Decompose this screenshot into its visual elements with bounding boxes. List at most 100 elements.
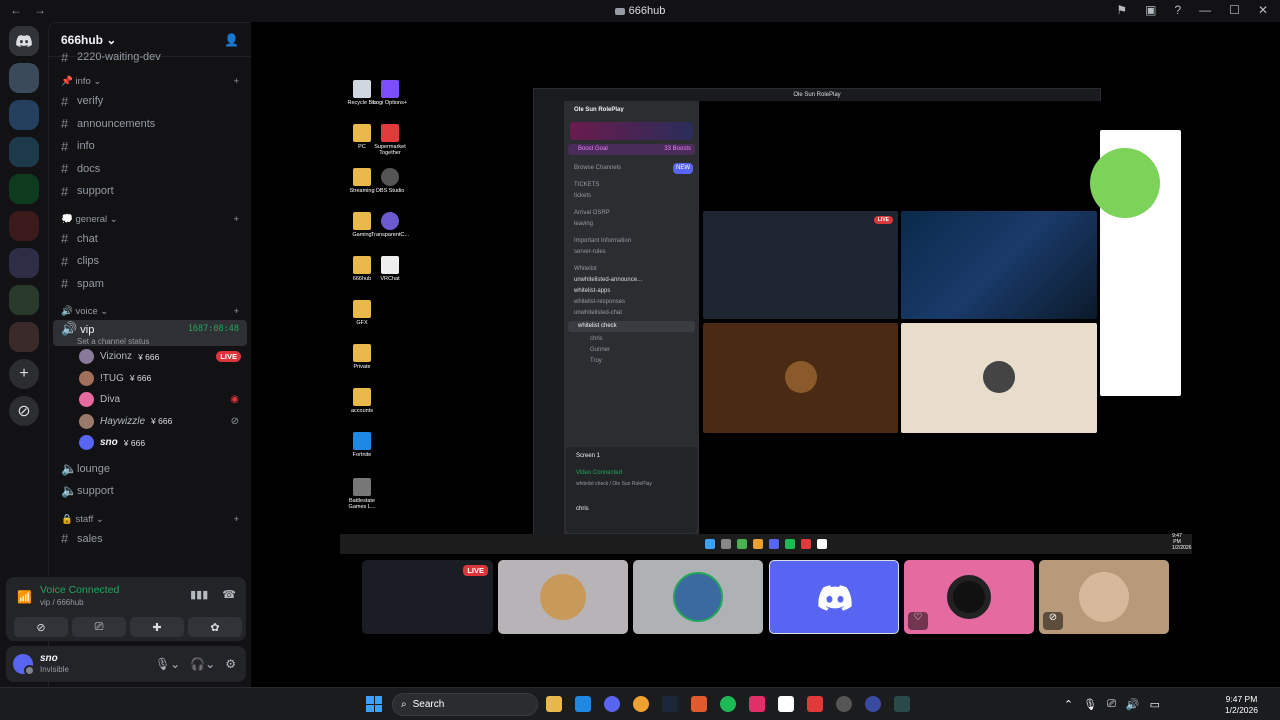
server-icon[interactable] bbox=[9, 100, 39, 130]
spotify-icon[interactable] bbox=[720, 696, 736, 712]
close-icon[interactable]: ✕ bbox=[1258, 3, 1268, 17]
voice-member[interactable]: Vizionz ¥ 666 LIVE bbox=[53, 346, 247, 368]
participant-tile[interactable]: ♡ bbox=[904, 560, 1034, 634]
category-info[interactable]: 📌 info ⌄ + bbox=[53, 65, 247, 90]
discover-icon[interactable]: ⊘ bbox=[9, 396, 39, 426]
add-member-icon[interactable]: 👤 bbox=[224, 33, 239, 47]
channel-spam[interactable]: # spam bbox=[53, 273, 247, 296]
windows-start-icon[interactable] bbox=[366, 696, 382, 712]
category-staff[interactable]: 🔒 staff ⌄ + bbox=[53, 503, 247, 528]
tiktok-icon[interactable] bbox=[749, 696, 765, 712]
avatar[interactable] bbox=[13, 654, 35, 676]
deafened-icon: ◉ bbox=[230, 394, 239, 406]
server-icon[interactable] bbox=[9, 174, 39, 204]
channel-chat[interactable]: # chat bbox=[53, 228, 247, 251]
add-channel-icon[interactable]: + bbox=[233, 76, 239, 87]
soundboard-button[interactable]: ✿ bbox=[188, 617, 242, 637]
add-server-icon[interactable]: + bbox=[9, 359, 39, 389]
add-channel-icon[interactable]: + bbox=[233, 306, 239, 317]
inner-stream-tile bbox=[703, 323, 898, 433]
discord-app-icon[interactable] bbox=[604, 696, 620, 712]
voice-status-sub[interactable]: vip / 666hub bbox=[40, 598, 84, 607]
inner-channel-list: Ole Sun RolePlay Boost Goal 33 Boosts Bro… bbox=[564, 101, 699, 535]
tray-chevron-icon[interactable]: ⌃ bbox=[1064, 698, 1073, 711]
participant-tile[interactable]: LIVE bbox=[362, 560, 493, 634]
network-icon[interactable]: ⎚ bbox=[1107, 698, 1116, 711]
camera-off-icon: ⊘ bbox=[36, 621, 46, 634]
activities-button[interactable]: ✚ bbox=[130, 617, 184, 637]
channel-clips[interactable]: # clips bbox=[53, 250, 247, 273]
voice-channel-vip[interactable]: 🔊 vip 1687:08:48 Set a channel status bbox=[53, 320, 247, 346]
voice-member[interactable]: sno ¥ 666 bbox=[53, 432, 247, 454]
server-folder-icon[interactable] bbox=[9, 248, 39, 278]
share-screen-button[interactable]: ⎚ bbox=[72, 617, 126, 637]
channel-status[interactable]: Set a channel status bbox=[61, 337, 239, 346]
steam-icon[interactable] bbox=[662, 696, 678, 712]
minimize-icon[interactable]: — bbox=[1199, 3, 1211, 17]
activities-icon: ✚ bbox=[152, 621, 162, 634]
channel-sales[interactable]: # sales bbox=[53, 528, 247, 551]
channel-item[interactable]: #2220-waiting-dev bbox=[53, 49, 247, 65]
streamed-taskbar: 9:47 PM 1/2/2026 bbox=[340, 533, 1192, 554]
title-bar: ← → 666hub ⚑ ▣ ? — ☐ ✕ bbox=[0, 0, 1280, 22]
disconnect-icon[interactable]: ☎ bbox=[222, 588, 236, 601]
maximize-icon[interactable]: ☐ bbox=[1229, 3, 1240, 17]
settings-gear-icon[interactable]: ⚙ bbox=[225, 657, 236, 671]
add-channel-icon[interactable]: + bbox=[233, 514, 239, 525]
channel-support[interactable]: # support bbox=[53, 180, 247, 203]
taskbar-search[interactable]: ⌕ Search bbox=[392, 693, 538, 716]
app-icon[interactable] bbox=[633, 696, 649, 712]
battery-icon[interactable]: ▭ bbox=[1150, 698, 1160, 711]
deafened-icon: ♡ bbox=[908, 612, 928, 630]
flag-icon[interactable]: ⚑ bbox=[1116, 3, 1127, 17]
app-icon[interactable] bbox=[865, 696, 881, 712]
channel-info[interactable]: # info bbox=[53, 135, 247, 158]
volume-icon[interactable]: 🔊 bbox=[1126, 698, 1140, 711]
participant-tile[interactable] bbox=[498, 560, 628, 634]
windows-taskbar: ⌕ Search ⌃ 🎙 ⎚ 🔊 ▭ 9:47 PM 1/2/2026 bbox=[0, 687, 1280, 720]
channel-verify[interactable]: # verify bbox=[53, 90, 247, 113]
taskbar-clock[interactable]: 9:47 PM 1/2/2026 bbox=[1225, 694, 1258, 716]
participant-tile[interactable]: ⊘ bbox=[1039, 560, 1169, 634]
channel-docs[interactable]: # docs bbox=[53, 158, 247, 181]
category-general[interactable]: 💭 general ⌄ + bbox=[53, 203, 247, 228]
discord-home-icon[interactable] bbox=[9, 26, 39, 56]
app-icon[interactable] bbox=[691, 696, 707, 712]
voice-member[interactable]: Haywizzle ¥ 666 ⊘ bbox=[53, 411, 247, 433]
microphone-icon[interactable]: 🎙⌄ bbox=[155, 657, 180, 671]
avatar bbox=[673, 572, 723, 622]
help-icon[interactable]: ? bbox=[1174, 3, 1181, 17]
channel-announcements[interactable]: # announcements bbox=[53, 113, 247, 136]
app-icon[interactable] bbox=[836, 696, 852, 712]
voice-channel-lounge[interactable]: 🔈 lounge bbox=[53, 458, 247, 481]
mic-muted-icon: ⊘ bbox=[1043, 612, 1063, 630]
voice-status-title[interactable]: Voice Connected bbox=[40, 584, 119, 596]
server-folder-icon[interactable] bbox=[9, 285, 39, 315]
category-voice[interactable]: 🔊 voice ⌄ + bbox=[53, 295, 247, 320]
inner-stream-tile: LIVE bbox=[703, 211, 898, 319]
soundboard-icon: ✿ bbox=[210, 621, 220, 634]
participant-tile[interactable] bbox=[769, 560, 899, 634]
file-explorer-icon[interactable] bbox=[546, 696, 562, 712]
app-icon[interactable] bbox=[894, 696, 910, 712]
noise-suppression-icon[interactable]: ▮▮▮ bbox=[190, 588, 208, 601]
edge-icon[interactable] bbox=[575, 696, 591, 712]
headphones-icon[interactable]: 🎧⌄ bbox=[190, 657, 215, 671]
app-icon[interactable] bbox=[807, 696, 823, 712]
app-icon[interactable] bbox=[778, 696, 794, 712]
voice-member[interactable]: Diva ◉ bbox=[53, 389, 247, 411]
add-channel-icon[interactable]: + bbox=[233, 214, 239, 225]
microphone-icon[interactable]: 🎙 bbox=[1083, 698, 1097, 711]
server-icon[interactable] bbox=[9, 211, 39, 241]
server-folder-icon[interactable] bbox=[9, 322, 39, 352]
speaker-icon: 🔈 bbox=[61, 460, 78, 476]
server-icon[interactable] bbox=[9, 137, 39, 167]
inbox-icon[interactable]: ▣ bbox=[1145, 3, 1156, 17]
server-icon bbox=[614, 7, 625, 15]
voice-member[interactable]: !TUG ¥ 666 bbox=[53, 368, 247, 390]
voice-channel-support[interactable]: 🔈 support bbox=[53, 480, 247, 503]
server-icon[interactable] bbox=[9, 63, 39, 93]
camera-button[interactable]: ⊘ bbox=[14, 617, 68, 637]
participant-tile[interactable] bbox=[633, 560, 763, 634]
screen-share-icon: ⎚ bbox=[94, 620, 104, 633]
